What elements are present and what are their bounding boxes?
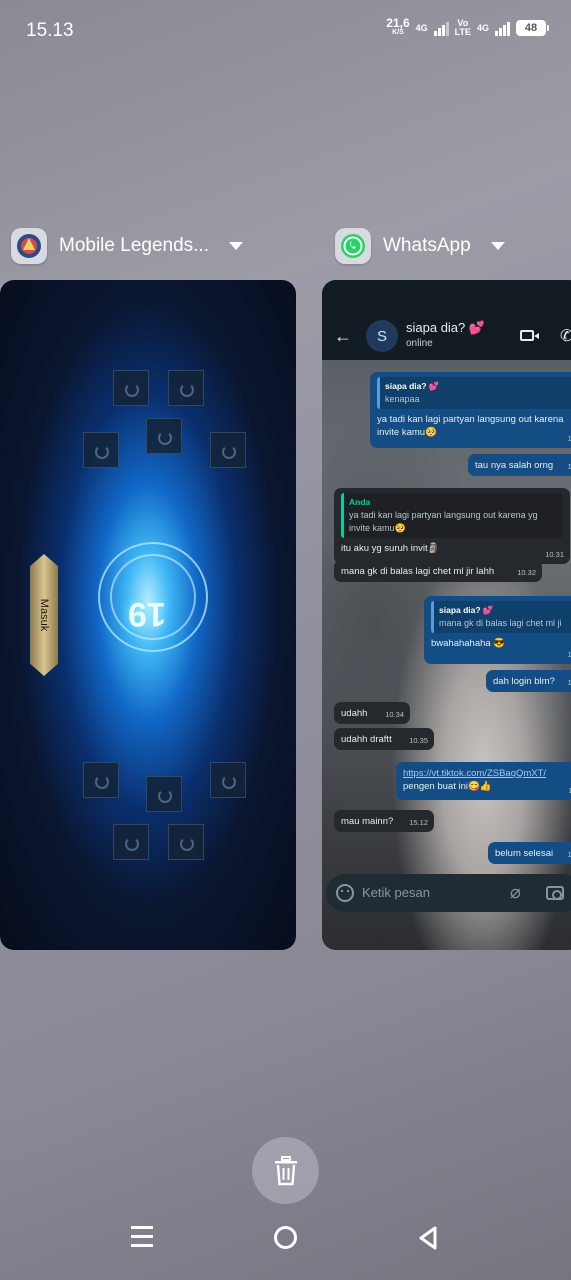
message-text: mana gk di balas lagi chet ml jir lahh [341,566,495,577]
chevron-down-icon[interactable] [490,242,505,250]
hero-slot [113,370,149,406]
emoji-icon[interactable] [336,884,354,902]
message-time: 10.31 [545,550,564,559]
message-time: 10 [567,678,571,687]
message-time: 15 [567,850,571,859]
message-bubble[interactable]: dah login blm? 10 [486,670,571,692]
message-link[interactable]: https://vt.tiktok.com/ZSBaqQmXT/ [403,767,571,780]
message-text: dah login blm? [493,676,555,687]
message-time: 10.34 [385,710,404,719]
message-time: 10.32 [517,568,536,577]
message-time: 10 [567,434,571,443]
message-text: udahh draftt [341,734,392,745]
wa-top-strip [322,280,571,314]
message-bubble[interactable]: tau nya salah orng 10 [468,454,571,476]
message-text: udahh [341,708,368,719]
status-bar: 15.13 21,6 K/S 4G Vo LTE 4G 48 [0,0,571,62]
message-bubble[interactable]: belum selesai 15 [488,842,571,864]
message-input[interactable]: Ketik pesan [362,885,430,900]
whatsapp-icon [335,228,371,264]
status-icons: 21,6 K/S 4G Vo LTE 4G 48 [386,16,549,38]
timer-text: 19 [128,595,166,633]
message-text: tau nya salah orng [475,460,554,471]
message-bubble[interactable]: siapa dia? 💕 kenapaa ya tadi kan lagi pa… [370,372,571,448]
hero-slot [83,432,119,468]
net-speed-value: 21,6 [386,16,410,30]
menu-icon[interactable] [131,1226,153,1248]
hero-slot [168,824,204,860]
message-bubble[interactable]: https://vt.tiktok.com/ZSBaqQmXT/ pengen … [396,762,571,800]
message-bubble[interactable]: siapa dia? 💕 mana gk di balas lagi chet … [424,596,571,664]
back-icon[interactable] [418,1226,438,1250]
attach-icon[interactable]: ⌀ [510,882,521,903]
network-type-2: 4G [476,22,489,33]
trash-icon [274,1155,297,1185]
net-speed-unit: K/S [392,29,404,36]
signal-icon-2 [495,20,510,36]
app-header-mobile-legends[interactable]: Mobile Legends... [11,228,243,264]
net-speed: 21,6 K/S [386,16,410,38]
app-header-whatsapp[interactable]: WhatsApp [335,228,505,264]
message-bubble[interactable]: mau mainn? 15.12 [334,810,434,832]
app-title-mobile-legends: Mobile Legends... [59,235,209,256]
message-bubble[interactable]: mana gk di balas lagi chet ml jir lahh 1… [334,560,542,582]
message-time: 10 [567,462,571,471]
back-arrow-icon[interactable]: ← [334,327,352,345]
message-text: mau mainn? [341,816,394,827]
hero-slot [83,762,119,798]
home-icon[interactable] [274,1226,297,1249]
status-time: 15.13 [26,20,74,41]
message-text: ya tadi kan lagi partyan langsung out ka… [377,414,564,438]
phone-icon[interactable]: ✆ [560,326,571,346]
app-title-whatsapp: WhatsApp [383,235,471,256]
battery-icon: 48 [516,20,549,36]
chat-area[interactable]: siapa dia? 💕 kenapaa ya tadi kan lagi pa… [322,360,571,950]
navigation-bar [0,1210,571,1280]
hero-slot [168,370,204,406]
camera-icon[interactable] [546,886,564,900]
contact-status: online [406,338,433,349]
message-bubble[interactable]: udahh draftt 10.35 [334,728,434,750]
volte-badge: Vo LTE [454,18,471,37]
message-input-bar[interactable]: Ketik pesan ⌀ [326,874,571,912]
contact-name[interactable]: siapa dia? 💕 [406,320,485,336]
avatar[interactable]: S [366,320,398,352]
message-text: bwahahahaha 😎 [431,638,506,649]
chat-header: ← S siapa dia? 💕 online ✆ [322,314,571,360]
network-type-1: 4G [415,22,428,33]
signal-icon-1 [433,20,449,36]
message-time: 15.12 [409,818,428,827]
app-card-mobile-legends[interactable]: 19 Masuk [0,280,296,950]
message-text: pengen buat ini😋👍 [403,781,492,792]
hero-slot [210,432,246,468]
mobile-legends-icon [11,228,47,264]
message-bubble[interactable]: Anda ya tadi kan lagi partyan langsung o… [334,488,570,564]
chevron-down-icon[interactable] [229,242,243,250]
masuk-button[interactable]: Masuk [30,554,58,676]
battery-level: 48 [524,22,538,34]
message-text: belum selesai [495,848,554,859]
hero-slot [146,418,182,454]
message-time: 10 [567,650,571,659]
masuk-label: Masuk [38,598,50,632]
video-call-icon[interactable] [520,330,539,341]
hero-slot [113,824,149,860]
clear-all-button[interactable] [252,1137,319,1204]
message-bubble[interactable]: udahh 10.34 [334,702,410,724]
hero-slot [210,762,246,798]
app-card-whatsapp[interactable]: ← S siapa dia? 💕 online ✆ siapa dia? 💕 k… [322,280,571,950]
message-time: 10.35 [409,736,428,745]
hero-slot [146,776,182,812]
message-text: itu aku yg suruh invit🗿 [341,543,440,554]
